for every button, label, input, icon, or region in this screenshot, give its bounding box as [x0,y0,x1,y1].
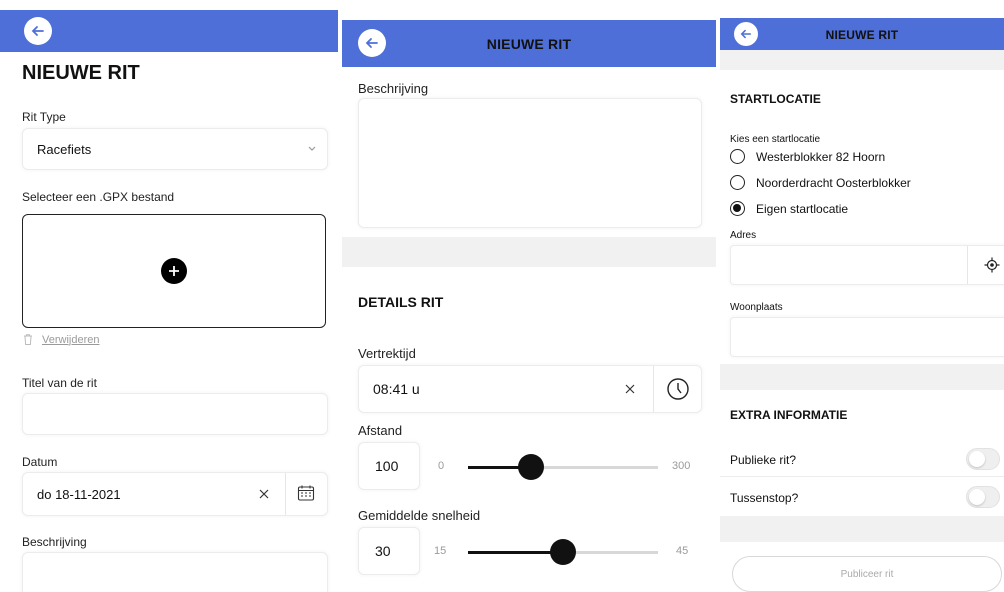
clock-icon[interactable] [666,377,690,401]
snelheid-min: 15 [434,545,447,557]
beschrijving-textarea[interactable] [358,98,702,228]
datum-label: Datum [22,455,58,469]
vertrektijd-label: Vertrektijd [358,346,416,361]
clear-icon[interactable] [625,384,635,394]
divider [653,366,654,412]
section-divider [720,516,1004,542]
snelheid-slider-fill [468,551,563,554]
remove-label: Verwijderen [42,333,100,346]
divider [967,246,968,284]
titel-label: Titel van de rit [22,376,97,390]
snelheid-value: 30 [375,543,391,559]
rit-type-label: Rit Type [22,110,66,124]
radio-button[interactable] [730,175,745,190]
beschrijving-label: Beschrijving [22,535,87,549]
screen-nieuwe-rit-3: NIEUWE RIT STARTLOCATIE Kies een startlo… [720,0,1004,592]
publish-label: Publiceer rit [840,568,894,580]
snelheid-max: 45 [676,545,689,557]
afstand-min: 0 [438,460,445,472]
trash-icon [24,334,32,345]
startlocatie-heading: STARTLOCATIE [730,92,821,106]
woonplaats-input[interactable] [730,317,1004,357]
kies-label: Kies een startlocatie [730,134,821,145]
publish-button[interactable]: Publiceer rit [732,556,1002,592]
afstand-value: 100 [375,458,399,474]
titel-input[interactable] [22,393,328,435]
afstand-max: 300 [672,460,691,472]
snelheid-label: Gemiddelde snelheid [358,508,481,523]
afstand-label: Afstand [358,423,403,438]
calendar-icon[interactable] [297,484,315,502]
section-divider [342,237,716,267]
option-label: Westerblokker 82 Hoorn [756,150,886,164]
adres-input[interactable] [730,245,1004,285]
header-bar [0,10,338,52]
chevron-down-icon [308,146,316,151]
tussenstop-label: Tussenstop? [730,491,799,505]
radio-button[interactable] [730,149,745,164]
gpx-label: Selecteer een .GPX bestand [22,190,175,204]
add-gpx-button[interactable] [161,258,187,284]
screen-nieuwe-rit-1: NIEUWE RIT Rit Type Racefiets Selecteer … [0,0,338,592]
snelheid-input[interactable]: 30 [358,527,420,575]
publieke-label: Publieke rit? [730,453,797,467]
adres-label: Adres [730,230,757,241]
plus-icon [169,266,179,276]
datum-value: do 18-11-2021 [37,487,121,502]
extra-heading: EXTRA INFORMATIE [730,408,848,422]
screen-nieuwe-rit-2: NIEUWE RIT Beschrijving DETAILS RIT Vert… [342,0,716,592]
vertrektijd-input[interactable]: 08:41 u [358,365,702,413]
back-arrow-icon [31,26,44,36]
header-bar: NIEUWE RIT [342,20,716,67]
back-button[interactable] [24,17,52,45]
header-title: NIEUWE RIT [486,36,572,52]
rit-type-select[interactable]: Racefiets [22,128,328,170]
woonplaats-label: Woonplaats [730,302,783,313]
publieke-toggle[interactable] [966,448,1000,470]
remove-gpx-link[interactable]: Verwijderen [22,333,99,346]
gpx-upload-area[interactable] [22,214,326,328]
details-heading: DETAILS RIT [358,294,444,310]
afstand-slider-thumb[interactable] [518,454,545,480]
rit-type-value: Racefiets [37,142,92,157]
option-label: Noorderdracht Oosterblokker [756,176,911,190]
snelheid-slider-thumb[interactable] [550,539,576,565]
vertrektijd-value: 08:41 u [373,381,420,397]
row-divider [720,476,1004,477]
option-label: Eigen startlocatie [756,202,849,216]
clear-icon[interactable] [259,489,269,499]
header-title: NIEUWE RIT [825,28,899,42]
locate-icon[interactable] [984,257,1000,273]
afstand-slider-track[interactable] [468,466,658,469]
beschrijving-input[interactable] [22,552,328,592]
section-divider [720,364,1004,390]
header-bar: NIEUWE RIT [720,18,1004,50]
divider [285,473,286,515]
tussenstop-toggle[interactable] [966,486,1000,508]
section-divider [720,50,1004,70]
datum-input[interactable]: do 18-11-2021 [22,472,328,516]
radio-button[interactable] [730,201,745,216]
page-title: NIEUWE RIT [22,62,140,84]
afstand-input[interactable]: 100 [358,442,420,490]
beschrijving-label: Beschrijving [358,81,429,96]
